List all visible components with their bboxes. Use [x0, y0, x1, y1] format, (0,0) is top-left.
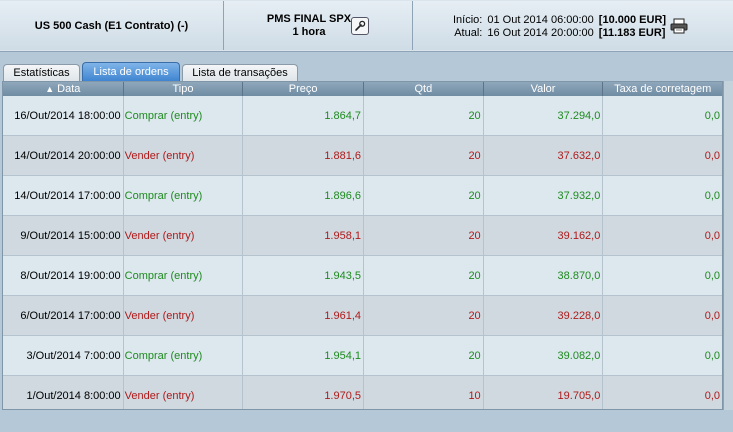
table-row[interactable]: 3/Out/2014 7:00:00 Comprar (entry) 1.954…	[3, 336, 722, 376]
orders-table: ▲ Data Tipo Preço Qtd Valor Taxa de corre…	[2, 81, 723, 410]
report-tabs: Estatísticas Lista de ordens Lista de tr…	[0, 62, 733, 82]
column-header-date[interactable]: ▲ Data	[3, 82, 124, 96]
cell-fee: 0,0	[704, 109, 721, 122]
cell-price: 1.896,6	[243, 176, 365, 215]
cell-fee: 0,0	[704, 389, 721, 402]
strategy-info: PMS FINAL SPX 1 hora	[267, 13, 351, 39]
cell-qty: 20	[364, 336, 484, 375]
cell-date: 6/Out/2014 17:00:00	[3, 296, 124, 335]
cell-fee: 0,0	[704, 269, 721, 282]
current-amount: [11.183 EUR]	[598, 27, 666, 39]
cell-price: 1.881,6	[243, 136, 365, 175]
table-row[interactable]: 14/Out/2014 20:00:00 Vender (entry) 1.88…	[3, 136, 722, 176]
cell-type: Vender (entry)	[124, 376, 244, 409]
cell-qty: 20	[364, 256, 484, 295]
cell-value: 39.082,0	[484, 336, 604, 375]
cell-price: 1.958,1	[243, 216, 365, 255]
column-header-type[interactable]: Tipo	[124, 82, 244, 96]
cell-date: 1/Out/2014 8:00:00	[3, 376, 124, 409]
cell-price: 1.970,5	[243, 376, 365, 409]
cell-price: 1.943,5	[243, 256, 365, 295]
cell-fee: 0,0	[704, 349, 721, 362]
table-row[interactable]: 16/Out/2014 18:00:00 Comprar (entry) 1.8…	[3, 96, 722, 136]
instrument-panel: US 500 Cash (E1 Contrato) (-)	[0, 1, 224, 50]
instrument-name: US 500 Cash (E1 Contrato) (-)	[34, 19, 189, 32]
cell-type: Vender (entry)	[124, 136, 244, 175]
cell-value: 39.228,0	[484, 296, 604, 335]
cell-fee: 0,0	[704, 189, 721, 202]
cell-fee: 0,0	[704, 309, 721, 322]
strategy-name: PMS FINAL SPX	[266, 12, 352, 25]
cell-value: 37.632,0	[484, 136, 604, 175]
cell-value: 37.932,0	[484, 176, 604, 215]
cell-qty: 20	[364, 136, 484, 175]
cell-price: 1.954,1	[243, 336, 365, 375]
period-info: Início: 01 Out 2014 06:00:00 [10.000 EUR…	[453, 14, 666, 40]
cell-fee: 0,0	[704, 229, 721, 242]
cell-type: Comprar (entry)	[124, 336, 244, 375]
column-header-fee[interactable]: Taxa de corretagem	[603, 82, 722, 96]
cell-type: Comprar (entry)	[124, 96, 244, 135]
strategy-panel: PMS FINAL SPX 1 hora	[224, 1, 413, 50]
current-label: Atual:	[454, 27, 483, 39]
printer-icon	[670, 18, 688, 34]
cell-value: 38.870,0	[484, 256, 604, 295]
wrench-icon	[355, 20, 366, 31]
cell-type: Vender (entry)	[124, 216, 244, 255]
cell-value: 39.162,0	[484, 216, 604, 255]
table-header: ▲ Data Tipo Preço Qtd Valor Taxa de corre…	[3, 82, 722, 96]
cell-qty: 20	[364, 96, 484, 135]
report-header: US 500 Cash (E1 Contrato) (-) PMS FINAL …	[0, 0, 733, 52]
tab-order-list[interactable]: Lista de ordens	[82, 62, 180, 82]
cell-fee: 0,0	[704, 149, 721, 162]
table-row[interactable]: 9/Out/2014 15:00:00 Vender (entry) 1.958…	[3, 216, 722, 256]
cell-date: 9/Out/2014 15:00:00	[3, 216, 124, 255]
cell-date: 16/Out/2014 18:00:00	[3, 96, 124, 135]
cell-qty: 20	[364, 176, 484, 215]
start-date: 01 Out 2014 06:00:00	[487, 14, 594, 26]
tab-transaction-list[interactable]: Lista de transações	[182, 64, 298, 81]
cell-type: Comprar (entry)	[124, 176, 244, 215]
table-row[interactable]: 8/Out/2014 19:00:00 Comprar (entry) 1.94…	[3, 256, 722, 296]
cell-value: 19.705,0	[484, 376, 604, 409]
vertical-scrollbar[interactable]	[723, 81, 733, 410]
cell-qty: 10	[364, 376, 484, 409]
column-header-qty[interactable]: Qtd	[364, 82, 484, 96]
cell-type: Vender (entry)	[124, 296, 244, 335]
strategy-timeframe: 1 hora	[292, 25, 326, 38]
cell-date: 14/Out/2014 17:00:00	[3, 176, 124, 215]
cell-price: 1.864,7	[243, 96, 365, 135]
sort-up-icon: ▲	[45, 84, 55, 94]
start-amount: [10.000 EUR]	[598, 14, 667, 26]
settings-button[interactable]	[351, 17, 369, 35]
table-row[interactable]: 14/Out/2014 17:00:00 Comprar (entry) 1.8…	[3, 176, 722, 216]
tab-statistics[interactable]: Estatísticas	[3, 64, 80, 81]
period-panel: Início: 01 Out 2014 06:00:00 [10.000 EUR…	[413, 1, 733, 50]
cell-qty: 20	[364, 296, 484, 335]
table-row[interactable]: 6/Out/2014 17:00:00 Vender (entry) 1.961…	[3, 296, 722, 336]
column-header-value[interactable]: Valor	[484, 82, 604, 96]
cell-date: 14/Out/2014 20:00:00	[3, 136, 124, 175]
print-button[interactable]	[670, 18, 688, 37]
cell-type: Comprar (entry)	[124, 256, 244, 295]
cell-value: 37.294,0	[484, 96, 604, 135]
current-date: 16 Out 2014 20:00:00	[487, 27, 594, 39]
cell-date: 8/Out/2014 19:00:00	[3, 256, 124, 295]
start-label: Início:	[453, 14, 483, 26]
column-header-price[interactable]: Preço	[243, 82, 365, 96]
cell-qty: 20	[364, 216, 484, 255]
table-row[interactable]: 1/Out/2014 8:00:00 Vender (entry) 1.970,…	[3, 376, 722, 409]
cell-date: 3/Out/2014 7:00:00	[3, 336, 124, 375]
cell-price: 1.961,4	[243, 296, 365, 335]
